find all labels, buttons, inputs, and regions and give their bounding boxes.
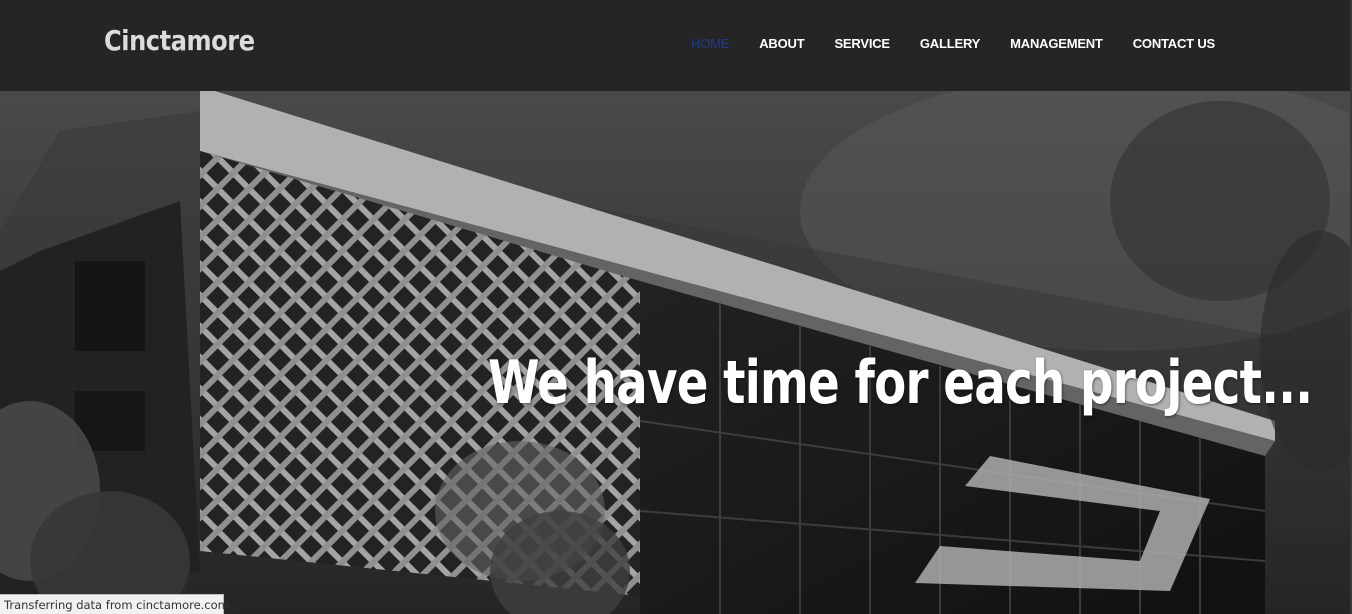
hero-headline: We have time for each project...	[488, 348, 1313, 418]
nav-link-home[interactable]: HOME	[676, 36, 744, 51]
nav-link-about[interactable]: ABOUT	[744, 36, 819, 51]
nav-link-gallery[interactable]: GALLERY	[905, 36, 995, 51]
nav-item-service: SERVICE	[819, 36, 904, 51]
nav-item-management: MANAGEMENT	[995, 36, 1118, 51]
browser-status-bar: Transferring data from cinctamore.com...	[0, 594, 240, 614]
nav-item-home: HOME	[676, 36, 744, 51]
nav-item-contact-us: CONTACT US	[1118, 36, 1230, 51]
nav-item-about: ABOUT	[744, 36, 819, 51]
nav-link-service[interactable]: SERVICE	[819, 36, 904, 51]
brand-logo-link[interactable]: Cinctamore	[104, 24, 255, 57]
hero-banner: We have time for each project...	[0, 91, 1352, 614]
nav-item-gallery: GALLERY	[905, 36, 995, 51]
main-nav: HOME ABOUT SERVICE GALLERY MANAGEMENT CO…	[676, 36, 1230, 51]
top-navbar: Cinctamore HOME ABOUT SERVICE GALLERY MA…	[0, 0, 1352, 91]
nav-link-contact-us[interactable]: CONTACT US	[1118, 36, 1230, 51]
nav-link-management[interactable]: MANAGEMENT	[995, 36, 1118, 51]
